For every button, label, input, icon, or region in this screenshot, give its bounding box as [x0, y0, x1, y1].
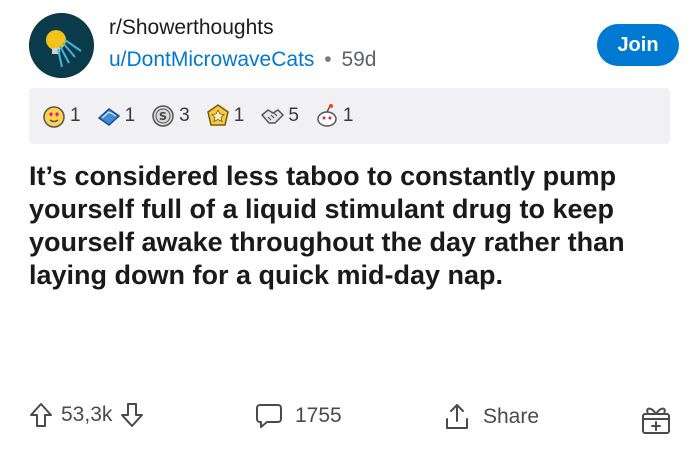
heart-eyes-award-icon [43, 106, 65, 128]
award-count: 1 [124, 105, 136, 126]
silver-coin-award-icon: S [152, 105, 174, 127]
post-title[interactable]: It’s considered less taboo to constantly… [29, 160, 679, 292]
award-item[interactable]: 1 [314, 103, 354, 129]
award-count: 1 [233, 105, 245, 126]
award-item[interactable]: 1 [96, 103, 136, 129]
post-age: 59d [341, 48, 377, 71]
separator-dot: • [324, 48, 332, 71]
author-line: u/DontMicrowaveCats • 59d [109, 48, 377, 72]
handshake-award-icon [261, 109, 285, 124]
gold-star-award-icon [206, 104, 229, 126]
post-actions-bar: 53,3k 1755 Share [29, 396, 679, 448]
svg-text:S: S [159, 110, 167, 123]
comment-bubble-icon [256, 404, 282, 428]
post-header: r/Showerthoughts u/DontMicrowaveCats • 5… [29, 10, 679, 80]
author-username[interactable]: u/DontMicrowaveCats [109, 48, 314, 71]
comments-count: 1755 [295, 404, 342, 427]
snoo-award-icon [317, 104, 337, 127]
awards-bar[interactable]: 1 1 S 3 1 5 1 [29, 88, 670, 144]
award-item[interactable]: 5 [259, 103, 299, 129]
book-award-icon [97, 108, 120, 126]
award-count: 1 [70, 105, 81, 126]
award-count: 3 [179, 105, 190, 126]
vote-control: 53,3k [29, 402, 144, 428]
vote-score: 53,3k [61, 403, 113, 426]
subreddit-avatar[interactable] [29, 13, 94, 78]
share-button[interactable]: Share [443, 402, 539, 432]
share-icon [446, 404, 468, 429]
gift-box-icon [642, 407, 670, 434]
comments-button[interactable]: 1755 [255, 402, 342, 430]
award-count: 1 [342, 105, 354, 126]
share-label: Share [483, 405, 540, 428]
join-button[interactable]: Join [597, 24, 679, 66]
subreddit-name[interactable]: r/Showerthoughts [109, 16, 274, 40]
award-count: 5 [288, 105, 299, 126]
upvote-arrow-icon[interactable] [29, 402, 53, 428]
award-item[interactable]: 1 [41, 103, 81, 129]
award-item[interactable]: S 3 [150, 103, 190, 129]
award-item[interactable]: 1 [205, 103, 245, 129]
downvote-arrow-icon[interactable] [120, 402, 144, 428]
give-award-button[interactable] [639, 402, 673, 436]
